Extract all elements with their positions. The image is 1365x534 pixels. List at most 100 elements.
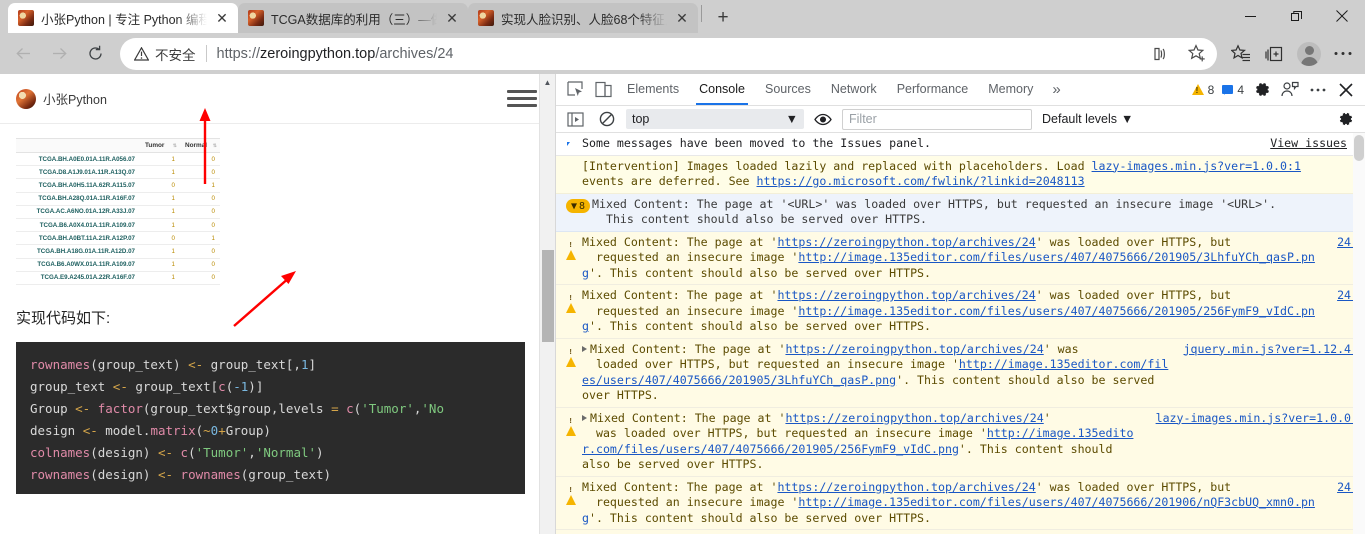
console-message-text: Mixed Content: The page at '<URL>' was l…: [592, 196, 1277, 227]
settings-more-icon[interactable]: [1327, 38, 1359, 70]
msg-part: loaded over HTTPS, but requested an inse…: [582, 357, 959, 371]
fwlink-link[interactable]: https://go.microsoft.com/fwlink/?linkid=…: [757, 174, 1085, 188]
tab-title: 实现人脸识别、人脸68个特征点: [501, 12, 667, 27]
table-row: TCGA.BH.A18G.01A.11R.A12D.07 1 0: [16, 244, 220, 259]
console-message-list[interactable]: Some messages have been moved to the Iss…: [556, 133, 1365, 534]
msg-part: Mixed Content: The page at ': [582, 234, 778, 249]
minimize-icon[interactable]: [1227, 0, 1273, 32]
tab-performance[interactable]: Performance: [888, 74, 978, 105]
tab-close-icon[interactable]: ✕: [674, 10, 690, 26]
console-message-warning[interactable]: Mixed Content: The page at 'https://zero…: [556, 338, 1365, 408]
tab-close-icon[interactable]: ✕: [214, 10, 230, 26]
msg-part: ' was loaded over HTTPS, but: [1035, 479, 1232, 494]
console-scrollbar[interactable]: [1353, 133, 1365, 534]
feedback-icon[interactable]: [1277, 77, 1303, 103]
live-expression-icon[interactable]: [810, 106, 836, 132]
page-scrollbar[interactable]: ▲: [539, 74, 555, 534]
clear-console-icon[interactable]: [594, 106, 620, 132]
browser-tab-1[interactable]: 小张Python | 专注 Python 编程! ✕: [8, 3, 238, 33]
view-issues-link[interactable]: View issues: [1270, 136, 1365, 152]
new-tab-button[interactable]: +: [708, 3, 738, 33]
console-sidebar-icon[interactable]: [562, 106, 588, 132]
security-warning[interactable]: 不安全: [134, 44, 196, 64]
profile-avatar[interactable]: [1293, 38, 1325, 70]
table-row: TCGA.AC.A6NO.01A.12R.A33J.07 1 0: [16, 205, 220, 219]
console-filter-input[interactable]: Filter: [842, 108, 1032, 130]
inspect-element-icon[interactable]: [562, 77, 588, 103]
console-message-intervention[interactable]: [Intervention] Images loaded lazily and …: [556, 155, 1365, 194]
console-message-warning[interactable]: Mixed Content: The page at 'https://zero…: [556, 407, 1365, 477]
device-toolbar-icon[interactable]: [590, 77, 616, 103]
expand-triangle-icon[interactable]: [582, 414, 587, 421]
settings-gear-icon[interactable]: [1249, 77, 1275, 103]
reload-icon[interactable]: [78, 37, 112, 71]
console-message-warning[interactable]: Mixed Content: The page at 'https://zero…: [556, 476, 1365, 530]
msg-part: ' was: [1043, 341, 1079, 356]
restore-icon[interactable]: [1273, 0, 1319, 32]
favorites-icon[interactable]: [1225, 38, 1257, 70]
chevron-down-icon: ▼: [571, 200, 578, 212]
table-col-normal[interactable]: Normal ⇅: [180, 138, 220, 153]
msg-part: '. This content should also be served ov…: [588, 510, 932, 525]
forward-arrow-icon[interactable]: [42, 37, 76, 71]
cell-normal: 0: [180, 192, 220, 206]
console-message-text: Mixed Content: The page at 'https://zero…: [582, 342, 1178, 404]
tab-console[interactable]: Console: [690, 74, 754, 105]
warning-triangle-icon: [1191, 84, 1204, 95]
source-location-link[interactable]: lazy-images.min.js?ver=1.0.0:1: [1150, 411, 1365, 473]
message-count-badge[interactable]: 4: [1219, 83, 1247, 97]
no-icon: [566, 159, 582, 190]
page-paragraph: 实现代码如下:: [16, 309, 111, 327]
page-url-link[interactable]: https://zeroingpython.top/archives/24: [785, 411, 1043, 425]
console-scrollbar-thumb[interactable]: [1354, 135, 1364, 161]
tab-divider: [701, 4, 702, 22]
console-levels-select[interactable]: Default levels ▼: [1042, 112, 1133, 126]
console-settings-icon[interactable]: [1333, 106, 1359, 132]
console-message-warning[interactable]: Mixed Content: The page at 'https://zero…: [556, 530, 1365, 534]
console-message-issues[interactable]: Some messages have been moved to the Iss…: [556, 133, 1365, 156]
close-devtools-icon[interactable]: [1333, 77, 1359, 103]
expand-triangle-icon[interactable]: [582, 345, 587, 352]
console-message-warning[interactable]: Mixed Content: The page at 'https://zero…: [556, 285, 1365, 339]
page-url-link[interactable]: https://zeroingpython.top/archives/24: [785, 342, 1043, 356]
add-favorite-icon[interactable]: [1183, 40, 1211, 68]
cell-normal: 0: [180, 271, 220, 285]
source-location-link[interactable]: jquery.min.js?ver=1.12.4:4: [1178, 342, 1365, 404]
more-options-icon[interactable]: [1305, 77, 1331, 103]
read-aloud-icon[interactable]: [1147, 40, 1175, 68]
console-context-select[interactable]: top ▼: [626, 109, 804, 129]
table-col-id[interactable]: [16, 138, 140, 153]
table-header-row: Tumor ⇅ Normal ⇅: [16, 138, 220, 153]
source-link[interactable]: lazy-images.min.js?ver=1.0.0:1: [1092, 159, 1301, 173]
scroll-up-arrow-icon[interactable]: ▲: [540, 74, 555, 90]
tab-memory[interactable]: Memory: [979, 74, 1042, 105]
hamburger-menu-icon[interactable]: [507, 90, 537, 107]
console-message-group[interactable]: ▼ 8 Mixed Content: The page at '<URL>' wa…: [556, 193, 1365, 232]
console-filter-placeholder: Filter: [849, 112, 877, 126]
back-arrow-icon[interactable]: [6, 37, 40, 71]
tab-sources[interactable]: Sources: [756, 74, 820, 105]
console-message-text: Mixed Content: The page at 'https://zero…: [582, 411, 1150, 473]
site-brand[interactable]: 小张Python: [16, 88, 107, 109]
page-url-link[interactable]: https://zeroingpython.top/archives/24: [777, 288, 1035, 302]
tab-favicon-icon: [18, 10, 34, 26]
page-body: Tumor ⇅ Normal ⇅ TCGA.BH.A0E0.01A.11R.A056…: [0, 124, 555, 494]
tab-elements[interactable]: Elements: [618, 74, 688, 105]
page-url-link[interactable]: https://zeroingpython.top/archives/24: [777, 235, 1035, 249]
more-tabs-icon[interactable]: »: [1044, 81, 1068, 98]
warning-count-badge[interactable]: 8: [1189, 83, 1218, 97]
close-icon[interactable]: [1319, 0, 1365, 32]
address-bar[interactable]: 不安全 https://zeroingpython.top/archives/2…: [120, 37, 1217, 70]
table-row: TCGA.BH.A0BT.11A.21R.A12P.07 0 1: [16, 231, 220, 246]
cell-tumor: 0: [140, 178, 180, 193]
console-message-warning[interactable]: Mixed Content: The page at 'https://zero…: [556, 231, 1365, 285]
collections-icon[interactable]: [1259, 38, 1291, 70]
browser-tab-2[interactable]: TCGA数据库的利用（三）—做差 ✕: [238, 3, 468, 33]
group-count-badge[interactable]: ▼ 8: [566, 197, 592, 228]
tab-close-icon[interactable]: ✕: [444, 10, 460, 26]
table-col-tumor[interactable]: Tumor ⇅: [140, 138, 180, 153]
page-scrollbar-thumb[interactable]: [542, 250, 554, 342]
page-url-link[interactable]: https://zeroingpython.top/archives/24: [777, 480, 1035, 494]
browser-tab-3[interactable]: 实现人脸识别、人脸68个特征点 ✕: [468, 3, 698, 33]
tab-network[interactable]: Network: [822, 74, 886, 105]
